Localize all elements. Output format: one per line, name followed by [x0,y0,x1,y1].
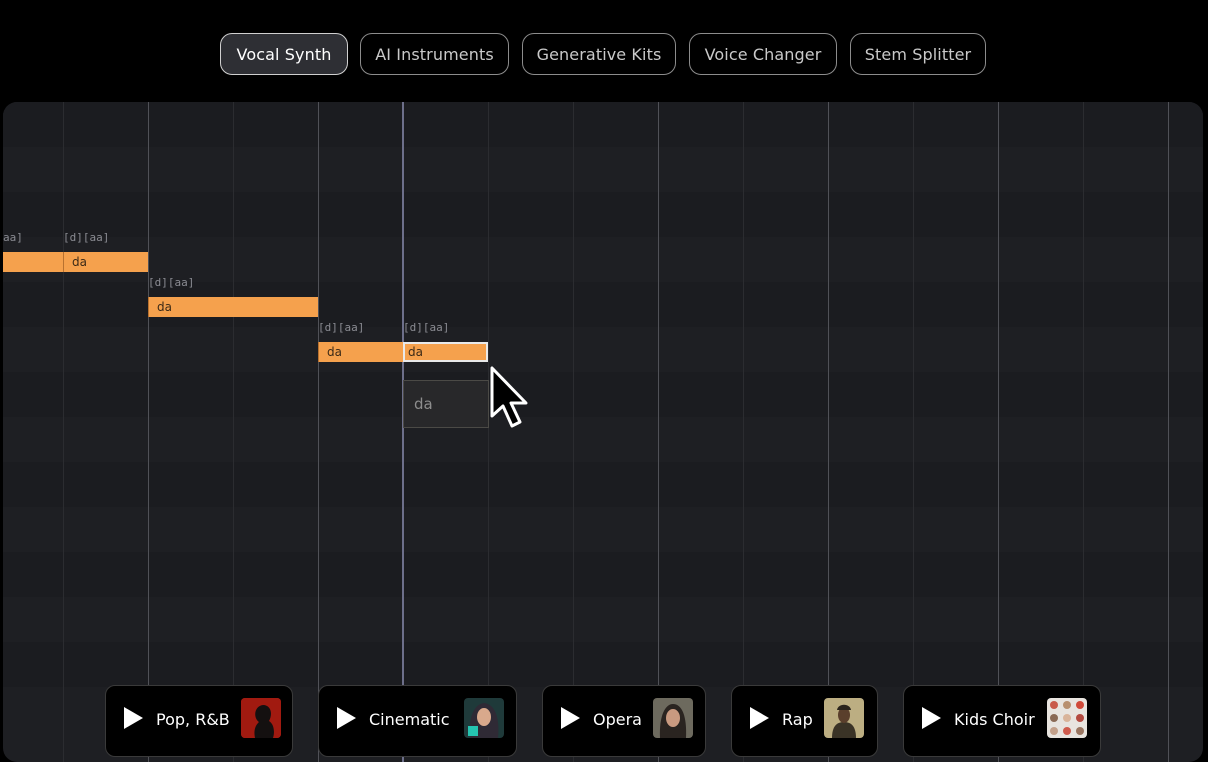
preset-label: Kids Choir [954,710,1035,729]
pitch-row [3,147,1203,192]
pitch-row [3,327,1203,372]
kids-choir-grid-thumbnail [1047,698,1087,738]
phoneme-label: [d][aa] [148,276,195,289]
preset-label: Opera [593,710,642,729]
play-icon[interactable] [122,707,144,729]
play-icon[interactable] [748,707,770,729]
preset-label: Rap [782,710,813,729]
pitch-row [3,372,1203,417]
preset-opera[interactable]: Opera [542,685,706,757]
note-block[interactable]: da [148,297,318,317]
phoneme-label: [d][aa] [403,321,450,334]
phoneme-label: aa] [3,231,23,244]
rapper-portrait-thumbnail [824,698,864,738]
pitch-row [3,507,1203,552]
singer-silhouette-thumbnail [241,698,281,738]
bar-line [148,102,149,762]
ghost-note-preview: da [403,380,489,428]
preset-pop-rnb[interactable]: Pop, R&B [105,685,293,757]
pitch-row [3,642,1203,687]
beat-line [913,102,914,762]
singer-teal-hair-thumbnail [464,698,504,738]
preset-rap[interactable]: Rap [731,685,878,757]
pitch-row [3,102,1203,147]
pitch-row [3,192,1203,237]
beat-line [573,102,574,762]
beat-line [1083,102,1084,762]
beat-line [233,102,234,762]
beat-line [743,102,744,762]
playhead[interactable] [402,102,404,762]
preset-cinematic[interactable]: Cinematic [318,685,517,757]
pitch-row [3,417,1203,462]
note-block[interactable]: da [318,342,403,362]
bar-line [828,102,829,762]
mouse-pointer-icon [490,366,528,428]
bar-line [318,102,319,762]
piano-roll[interactable]: aa] [d][aa] da [d][aa] da [d][aa] da [d]… [3,102,1203,762]
selected-note-block[interactable]: da [403,342,488,362]
note-block[interactable] [3,252,63,272]
pitch-row [3,552,1203,597]
beat-line [63,102,64,762]
play-icon[interactable] [559,707,581,729]
note-block[interactable]: da [63,252,148,272]
tab-ai-instruments[interactable]: AI Instruments [360,33,509,75]
tab-vocal-synth[interactable]: Vocal Synth [220,33,348,75]
play-icon[interactable] [335,707,357,729]
bar-line [998,102,999,762]
bar-line [1168,102,1169,762]
preset-label: Cinematic [369,710,450,729]
mode-tabs: Vocal Synth AI Instruments Generative Ki… [0,33,1208,77]
tab-stem-splitter[interactable]: Stem Splitter [850,33,986,75]
pitch-row [3,597,1203,642]
preset-kids-choir[interactable]: Kids Choir [903,685,1101,757]
pitch-row [3,462,1203,507]
singer-portrait-thumbnail [653,698,693,738]
phoneme-label: [d][aa] [63,231,110,244]
tab-generative-kits[interactable]: Generative Kits [522,33,676,75]
play-icon[interactable] [920,707,942,729]
preset-label: Pop, R&B [156,710,230,729]
bar-line [658,102,659,762]
tab-voice-changer[interactable]: Voice Changer [689,33,837,75]
phoneme-label: [d][aa] [318,321,365,334]
